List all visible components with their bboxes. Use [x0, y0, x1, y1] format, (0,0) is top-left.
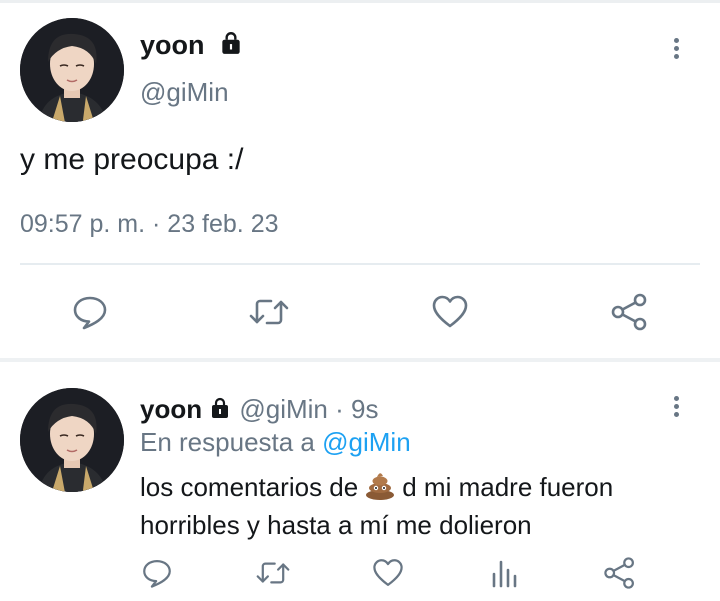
share-icon: [611, 293, 647, 331]
tweet-text: y me preocupa :/: [20, 143, 244, 176]
like-icon: [373, 559, 403, 587]
reply-like-button[interactable]: [366, 551, 410, 595]
reply-icon: [73, 296, 107, 330]
retweet-icon: [256, 562, 290, 584]
reply-age: · 9s: [335, 394, 379, 424]
like-icon: [432, 295, 468, 328]
reply-analytics-button[interactable]: [483, 551, 527, 595]
reply-text: los comentarios de d mi madre fueron hor…: [140, 470, 614, 541]
reply-reply-button[interactable]: [135, 551, 179, 595]
reply-handle[interactable]: @giMin: [239, 394, 328, 424]
lock-icon: [218, 30, 244, 63]
share-icon: [604, 557, 634, 589]
reply-share-button[interactable]: [598, 551, 642, 595]
reply-button[interactable]: [68, 290, 112, 334]
reply-context: En respuesta a @giMin: [140, 427, 411, 458]
share-button[interactable]: [608, 290, 652, 334]
lock-icon: [208, 396, 232, 427]
section-separator: [0, 358, 720, 362]
reply-display-name[interactable]: yoon: [140, 394, 202, 424]
reply-more-icon[interactable]: [672, 396, 682, 422]
retweet-button[interactable]: [247, 290, 291, 334]
avatar[interactable]: [20, 18, 124, 122]
reply-prefix: En respuesta a: [140, 427, 315, 457]
reply-icon: [143, 559, 171, 588]
display-name[interactable]: yoon: [140, 30, 244, 63]
more-icon[interactable]: [672, 38, 682, 64]
like-button[interactable]: [428, 290, 472, 334]
analytics-icon: [492, 560, 517, 588]
reply-avatar[interactable]: [20, 388, 124, 492]
top-border: [0, 0, 720, 3]
reply-header: yoon @giMin · 9s: [140, 394, 378, 427]
divider: [20, 263, 700, 265]
poop-emoji: [364, 470, 396, 508]
timestamp[interactable]: 09:57 p. m. · 23 feb. 23: [20, 210, 279, 239]
reply-to-link[interactable]: @giMin: [322, 427, 411, 457]
reply-retweet-button[interactable]: [251, 551, 295, 595]
handle[interactable]: @giMin: [140, 77, 229, 108]
retweet-icon: [249, 299, 289, 325]
